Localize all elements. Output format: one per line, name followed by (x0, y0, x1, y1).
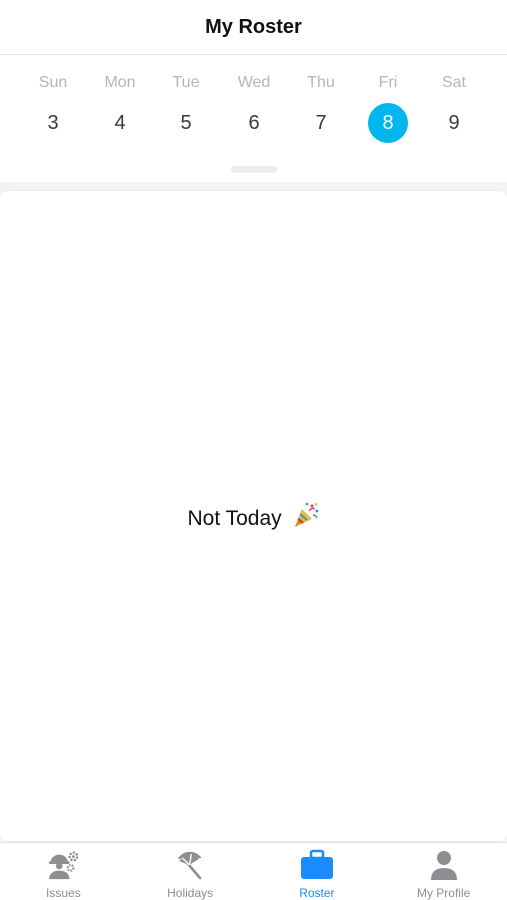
tab-holidays[interactable]: Holidays (127, 843, 254, 900)
day-sun[interactable]: Sun 3 (23, 55, 83, 165)
app: My Roster Sun 3 Mon 4 Tue 5 Wed 6 Thu 7 … (0, 0, 507, 900)
tab-label: Issues (46, 886, 81, 900)
day-fri[interactable]: Fri 8 (358, 55, 418, 165)
day-thu[interactable]: Thu 7 (291, 55, 351, 165)
day-number[interactable]: 3 (33, 103, 73, 143)
empty-message: Not Today (187, 507, 282, 530)
worker-gear-icon (46, 848, 80, 881)
tab-label: Holidays (167, 886, 214, 900)
tab-issues[interactable]: Issues (0, 843, 127, 900)
day-number[interactable]: 6 (234, 103, 274, 143)
day-name: Sun (38, 74, 68, 91)
tab-label: My Profile (416, 886, 471, 900)
day-mon[interactable]: Mon 4 (90, 55, 150, 165)
day-name: Fri (378, 74, 398, 91)
day-wed[interactable]: Wed 6 (224, 55, 284, 165)
tab-roster[interactable]: Roster (254, 843, 381, 900)
week-strip: Sun 3 Mon 4 Tue 5 Wed 6 Thu 7 Fri 8 Sat … (0, 55, 507, 182)
day-number[interactable]: 5 (166, 103, 206, 143)
day-number[interactable]: 7 (301, 103, 341, 143)
beach-umbrella-icon (173, 848, 207, 881)
day-name: Tue (172, 74, 200, 91)
party-popper-icon (292, 501, 320, 535)
day-tue[interactable]: Tue 5 (156, 55, 216, 165)
day-name: Sat (441, 74, 466, 91)
day-sat[interactable]: Sat 9 (424, 55, 484, 165)
page-title: My Roster (205, 15, 302, 38)
tab-label: Roster (299, 886, 335, 900)
header: My Roster (0, 0, 507, 55)
empty-state: Not Today (0, 501, 507, 535)
briefcase-icon (300, 848, 334, 881)
drag-handle[interactable] (231, 166, 277, 173)
day-number[interactable]: 4 (100, 103, 140, 143)
roster-card: Not Today (0, 191, 507, 841)
day-name: Mon (104, 74, 136, 91)
tab-my-profile[interactable]: My Profile (380, 843, 507, 900)
day-name: Wed (237, 74, 271, 91)
person-icon (427, 848, 461, 881)
tab-bar: Issues Holidays Roster My Profile (0, 842, 507, 900)
day-number[interactable]: 9 (434, 103, 474, 143)
day-name: Thu (307, 74, 335, 91)
day-number-selected[interactable]: 8 (368, 103, 408, 143)
